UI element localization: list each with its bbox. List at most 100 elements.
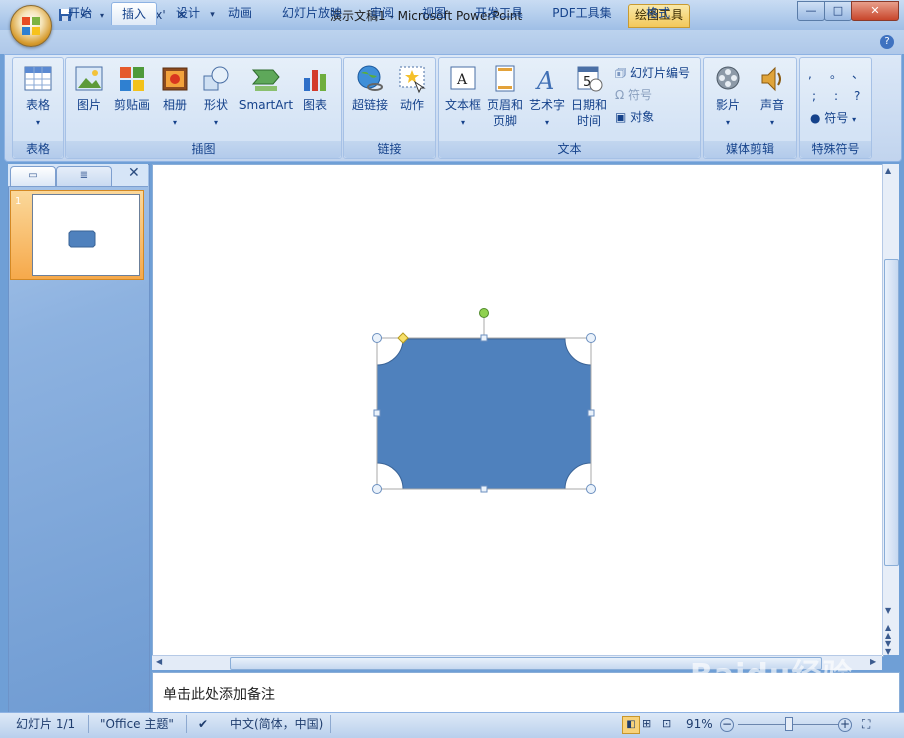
watermark-url: jingyan.baidu.com [770,690,872,703]
tab-review[interactable]: 审阅 [360,2,404,24]
group-media: 影片 ▾ 声音 ▾ 媒体剪辑 [703,57,797,159]
office-button[interactable] [10,5,52,47]
resize-handle-top-left[interactable] [372,333,382,343]
scroll-left-icon[interactable]: ◀ [156,657,162,666]
symbol-colon[interactable]: : [834,88,838,104]
scroll-right-icon[interactable]: ▶ [870,657,876,666]
help-icon[interactable]: ? [880,35,894,49]
action-button[interactable]: 动作 [394,64,430,113]
symbol-semicolon[interactable]: ; [812,88,816,104]
rotation-handle[interactable] [479,308,489,318]
slide-svg [372,308,596,494]
slide-canvas[interactable] [152,164,884,657]
slide-thumbnail[interactable] [32,194,140,276]
shapes-icon [203,66,229,91]
previous-slide-icon[interactable]: ▲ ▲ [885,624,891,640]
resize-handle-right[interactable] [587,409,595,417]
object-button[interactable]: ▣ 对象 [615,109,654,125]
tab-pdf-tools[interactable]: PDF工具集 [546,2,618,24]
action-button-label: 动作 [399,98,424,112]
picture-icon [75,66,103,91]
date-time-button[interactable]: 5 日期和 时间 [569,64,609,129]
table-button[interactable]: 表格 ▾ [17,64,59,129]
slideshow-view-icon[interactable]: ⊡ [662,716,671,732]
movie-button-label: 影片 [715,98,740,112]
group-label-text: 文本 [439,141,700,158]
tab-slideshow[interactable]: 幻灯片放映 [274,2,350,24]
photo-album-button[interactable]: 相册 ▾ [156,64,194,129]
symbol-enumeration-comma[interactable]: 、 [852,66,864,82]
scroll-down-icon[interactable]: ▼ [885,606,891,615]
header-footer-icon [495,65,515,92]
table-button-label: 表格 [25,98,50,112]
group-label-links: 链接 [344,141,435,158]
ribbon-tab-row [0,30,904,54]
symbol-period[interactable]: 。 [830,66,842,82]
zoom-in-icon[interactable]: + [838,718,852,732]
shapes-button[interactable]: 形状 ▾ [198,64,234,129]
shapes-button-label: 形状 [203,98,228,112]
tab-insert[interactable]: 插入 [111,2,157,25]
minimize-button[interactable]: — [797,1,825,21]
picture-button[interactable]: 图片 [72,64,106,113]
photo-album-button-label: 相册 [162,98,187,112]
movie-button[interactable]: 影片 ▾ [708,64,748,129]
close-pane-icon[interactable]: ✕ [128,165,140,181]
symbol-comma[interactable]: , [808,66,812,82]
sound-button[interactable]: 声音 ▾ [752,64,792,129]
smartart-button[interactable]: SmartArt [238,64,294,113]
date-time-label-1: 日期和 [570,98,607,112]
symbol-button-disabled[interactable]: Ω 符号 [615,87,652,103]
group-label-special-symbols: 特殊符号 [800,141,871,158]
resize-handle-top[interactable] [480,334,488,342]
scroll-up-icon[interactable]: ▲ [885,166,891,175]
slide-sorter-view-icon[interactable]: ⊞ [642,716,651,732]
notes-placeholder[interactable]: 单击此处添加备注 [163,684,275,704]
header-footer-label-2: 页脚 [492,114,517,128]
status-language[interactable]: 中文(简体，中国) [230,716,323,732]
zoom-out-icon[interactable]: − [720,718,734,732]
tab-format[interactable]: 格式 [636,2,680,24]
omega-icon: Ω [615,88,628,102]
normal-view-icon[interactable]: ◧ [622,716,640,734]
header-footer-button[interactable]: 页眉和 页脚 [485,64,525,129]
chart-button[interactable]: 图表 [296,64,334,113]
object-label: 对象 [630,110,655,124]
tab-developer[interactable]: 开发工具 [466,2,532,24]
tab-design[interactable]: 设计 [166,2,210,24]
resize-handle-bottom-left[interactable] [372,484,382,494]
close-button[interactable]: ✕ [851,1,899,21]
vertical-scrollbar[interactable]: ▲ ▼ ▲ ▲ ▼ ▼ [882,164,899,656]
chevron-down-icon: ▾ [544,118,549,127]
slide-number-button[interactable]: 🗊 幻灯片编号 [615,65,690,81]
chart-button-label: 图表 [302,98,327,112]
maximize-button[interactable]: □ [824,1,852,21]
slides-tab-icon[interactable]: ▭ [10,166,56,186]
tab-home[interactable]: 开始 [58,2,102,24]
zoom-slider-thumb[interactable] [785,717,793,731]
vertical-scroll-thumb[interactable] [884,259,899,566]
resize-handle-top-right[interactable] [586,333,596,343]
spell-check-icon[interactable]: ✔ [198,716,208,732]
office-logo-icon [22,17,40,35]
symbol-question[interactable]: ? [854,88,860,104]
resize-handle-bottom[interactable] [480,485,488,493]
textbox-button[interactable]: A 文本框 ▾ [441,64,485,129]
resize-handle-bottom-right[interactable] [586,484,596,494]
next-slide-icon[interactable]: ▼ ▼ [885,640,891,656]
tab-view[interactable]: 视图 [412,2,456,24]
group-label-media: 媒体剪辑 [704,141,796,158]
resize-handle-left[interactable] [373,409,381,417]
photo-album-icon [162,67,188,91]
globe-link-icon [357,65,383,91]
status-theme[interactable]: "Office 主题" [100,716,174,732]
fit-to-window-icon[interactable]: ⛶ [862,716,870,732]
hyperlink-button[interactable]: 超链接 [348,64,392,113]
outline-tab-icon[interactable]: ≣ [56,166,112,186]
clipart-button[interactable]: 剪贴画 [110,64,154,113]
insert-symbol-button[interactable]: ● 符号 ▾ [810,110,856,126]
tab-animation[interactable]: 动画 [218,2,262,24]
wordart-button[interactable]: A 艺术字 ▾ [527,64,567,129]
wordart-icon: A [535,67,554,94]
zoom-level[interactable]: 91% [686,716,713,732]
